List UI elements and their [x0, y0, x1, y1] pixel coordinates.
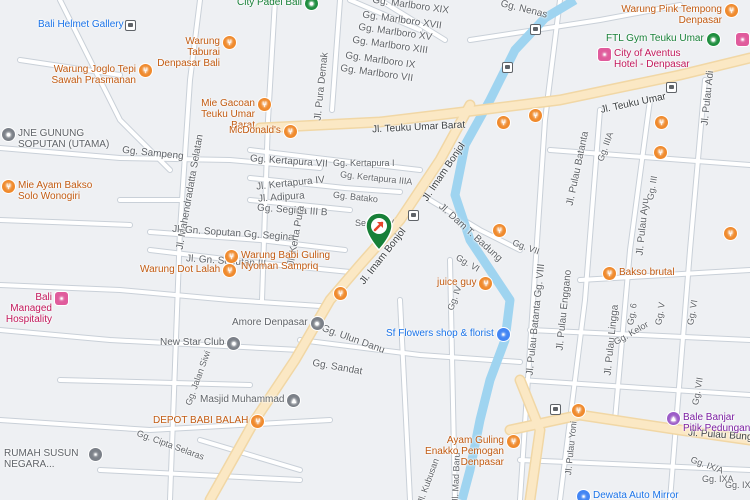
restaurant-icon: ⑂ [479, 277, 493, 290]
poi-label: RUMAH SUSUN NEGARA... [4, 448, 79, 470]
poi-label: Warung Joglo Tepi Sawah Prasmanan [51, 64, 137, 86]
restaurant-icon: ⑂ [603, 267, 616, 280]
bus-stop-icon[interactable] [530, 24, 541, 35]
poi-new-star-club[interactable]: New Star Club ● [160, 337, 241, 350]
poi-label: City of Aventus Hotel - Denpasar [614, 48, 690, 70]
poi-label: Dewata Auto Mirror [593, 490, 679, 500]
poi-babi-guling-nyoman[interactable]: ⑂ Warung Babi Guling Nyoman Sampriq [225, 250, 331, 272]
poi-label: Mie Ayam Bakso Solo Wonogiri [18, 180, 93, 202]
poi-mie-ayam-bakso[interactable]: ⑂ Mie Ayam Bakso Solo Wonogiri [2, 180, 98, 202]
poi-label: Warung Pink Tempong Denpasar [621, 4, 722, 26]
poi-dewata-auto-mirror[interactable]: ▪ Dewata Auto Mirror [577, 490, 679, 500]
poi-label: Amore Denpasar [232, 317, 308, 328]
poi-ftl-gym[interactable]: FTL Gym Teuku Umar ● [606, 33, 720, 46]
poi-label: juice guy [437, 277, 477, 288]
poi-label: JNE GUNUNG SOPUTAN (UTAMA) [18, 128, 110, 150]
poi-masjid-muhammad[interactable]: Masjid Muhammad ▲ [200, 394, 301, 407]
poi-depot-babi-balah[interactable]: DEPOT BABI BALAH ⑂ [153, 415, 265, 428]
restaurant-icon: ⑂ [225, 250, 238, 263]
map-canvas[interactable]: Jl. Teuku Umar Barat Jl. Teuku Umar Jl. … [0, 0, 750, 500]
poi-label: Bali Helmet Gallery [38, 19, 124, 30]
poi-jne-gunung-soputan[interactable]: ● JNE GUNUNG SOPUTAN (UTAMA) [2, 128, 128, 150]
restaurant-icon[interactable]: ⑂ [493, 224, 506, 237]
poi-amore-denpasar[interactable]: Amore Denpasar ● [232, 317, 324, 330]
poi-city-padel-bali[interactable]: City Padel Bali ● [237, 0, 319, 10]
bus-stop-icon[interactable] [408, 210, 419, 221]
poi-warung-dot-lalah[interactable]: Warung Dot Lalah ⑂ [140, 264, 237, 277]
place-icon: ● [227, 337, 241, 350]
restaurant-icon[interactable]: ⑂ [572, 404, 585, 417]
poi-label: DEPOT BABI BALAH [153, 415, 249, 426]
poi-warung-pink-tempong[interactable]: Warung Pink Tempong Denpasar ⑂ [620, 4, 738, 26]
poi-label: McDonald's [229, 125, 281, 136]
poi-label: Bale Banjar Pitik Pedungan [683, 412, 750, 434]
poi-label: Masjid Muhammad [200, 394, 285, 405]
poi-label: Bali Managed Hospitality [5, 292, 52, 325]
poi-warung-taburai[interactable]: Warung Taburai Denpasar Bali ⑂ [150, 36, 236, 69]
poi-ayam-guling-enakko[interactable]: Ayam Guling Enakko Pemogan Denpasar ⑂ [412, 435, 520, 468]
poi-label: Warung Babi Guling Nyoman Sampriq [241, 250, 331, 272]
poi-city-of-aventus[interactable]: ▪ City of Aventus Hotel - Denpasar [598, 48, 704, 70]
restaurant-icon: ⑂ [251, 415, 265, 428]
poi-label: New Star Club [160, 337, 225, 348]
restaurant-icon[interactable]: ⑂ [654, 146, 667, 159]
poi-juice-guy[interactable]: juice guy ⑂ [437, 277, 493, 290]
poi-warung-joglo[interactable]: Warung Joglo Tepi Sawah Prasmanan ⑂ [50, 64, 152, 86]
restaurant-icon: ⑂ [2, 180, 15, 193]
hotel-icon[interactable]: ▪ [736, 33, 749, 46]
poi-sf-flowers[interactable]: Sf Flowers shop & florist ▪ [386, 328, 510, 341]
hotel-icon: ▪ [55, 292, 68, 305]
building-icon: ▪ [89, 448, 102, 461]
poi-rumah-susun[interactable]: RUMAH SUSUN NEGARA... ▪ [4, 448, 102, 470]
restaurant-icon[interactable]: ⑂ [334, 287, 347, 300]
place-icon: ● [310, 317, 324, 330]
restaurant-icon: ⑂ [258, 98, 271, 111]
poi-bakso-brutal[interactable]: ⑂ Bakso brutal [603, 267, 675, 280]
poi-bali-helmet-gallery[interactable]: Bali Helmet Gallery [38, 19, 124, 30]
bus-stop-icon[interactable] [502, 62, 513, 73]
road-label-kertapura-i: Gg. Kertapura I [333, 158, 395, 168]
poi-label: Ayam Guling Enakko Pemogan Denpasar [425, 435, 504, 468]
gym-icon: ● [706, 33, 720, 46]
poi-label: FTL Gym Teuku Umar [606, 33, 704, 44]
poi-bale-banjar[interactable]: ▲ Bale Banjar Pitik Pedungan [667, 412, 750, 434]
poi-label: Warung Dot Lalah [140, 264, 221, 275]
poi-label: City Padel Bali [237, 0, 303, 8]
poi-mcdonalds[interactable]: McDonald's ⑂ [229, 125, 297, 138]
restaurant-icon: ⑂ [283, 125, 297, 138]
bus-stop-icon[interactable] [550, 404, 561, 415]
road-label-gg-ixc: Gg. IXC [725, 480, 750, 490]
hotel-icon: ▪ [598, 48, 611, 61]
restaurant-icon[interactable]: ⑂ [724, 227, 737, 240]
poi-label: Sf Flowers shop & florist [386, 328, 494, 339]
store-icon: ● [2, 128, 15, 141]
poi-bali-managed-hospitality[interactable]: Bali Managed Hospitality ▪ [0, 292, 68, 325]
place-of-worship-icon: ▲ [667, 412, 680, 425]
bus-stop-icon[interactable] [125, 20, 136, 31]
restaurant-icon: ⑂ [725, 4, 738, 17]
mosque-icon: ▲ [287, 394, 301, 407]
selected-location-marker[interactable] [364, 212, 394, 252]
poi-label: Bakso brutal [619, 267, 675, 278]
restaurant-icon[interactable]: ⑂ [655, 116, 668, 129]
bus-stop-icon[interactable] [666, 82, 677, 93]
poi-label: Warung Taburai Denpasar Bali [157, 36, 220, 69]
sports-icon: ● [305, 0, 319, 10]
shop-icon: ▪ [577, 490, 590, 500]
restaurant-icon[interactable]: ⑂ [529, 109, 542, 122]
restaurant-icon: ⑂ [139, 64, 152, 77]
restaurant-icon: ⑂ [223, 36, 236, 49]
restaurant-icon[interactable]: ⑂ [497, 116, 510, 129]
restaurant-icon: ⑂ [507, 435, 520, 448]
shop-icon: ▪ [496, 328, 510, 341]
